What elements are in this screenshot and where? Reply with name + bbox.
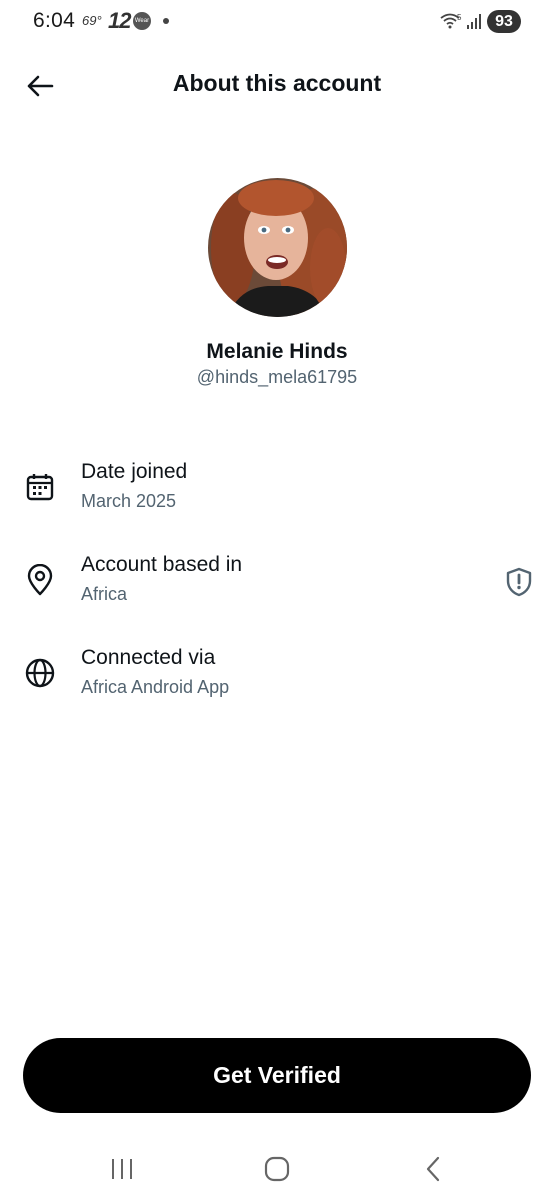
status-time: 6:04: [33, 9, 76, 32]
system-nav-bar: [0, 1140, 554, 1200]
display-name: Melanie Hinds: [206, 340, 348, 363]
system-back-button[interactable]: [413, 1152, 453, 1186]
status-bar: 6:04 69° 12 Wear 5 93: [0, 0, 554, 44]
page-title: About this account: [172, 70, 382, 96]
wear-icon: Wear: [133, 12, 151, 30]
info-row-connected-via: Connected via Africa Android App: [0, 646, 554, 716]
info-row-account-based-in: Account based in Africa: [0, 553, 554, 623]
network-type: 5: [457, 13, 462, 22]
recents-icon: [112, 1159, 132, 1179]
recents-button[interactable]: [102, 1152, 142, 1186]
get-verified-button[interactable]: Get Verified: [23, 1038, 531, 1113]
location-pin-icon: [23, 563, 57, 597]
notification-dot-icon: [163, 18, 169, 24]
info-value: Africa: [81, 584, 128, 604]
info-value: Africa Android App: [81, 677, 230, 697]
wifi-icon: 5: [440, 12, 462, 35]
shield-alert-icon[interactable]: [503, 565, 535, 599]
back-chevron-icon: [426, 1156, 440, 1182]
user-handle: @hinds_mela61795: [196, 367, 358, 387]
channel-12-icon: 12: [108, 8, 132, 33]
info-value: March 2025: [81, 491, 177, 511]
info-label: Account based in: [81, 553, 243, 576]
info-label: Connected via: [81, 646, 216, 669]
home-icon: [264, 1156, 290, 1182]
avatar[interactable]: [208, 178, 347, 317]
calendar-icon: [23, 470, 57, 504]
info-row-date-joined: Date joined March 2025: [0, 460, 554, 530]
globe-icon: [23, 656, 57, 690]
battery-indicator: 93: [487, 10, 521, 33]
info-label: Date joined: [81, 460, 188, 483]
home-button[interactable]: [257, 1152, 297, 1186]
signal-icon: [466, 12, 482, 35]
status-temperature: 69°: [82, 13, 102, 28]
